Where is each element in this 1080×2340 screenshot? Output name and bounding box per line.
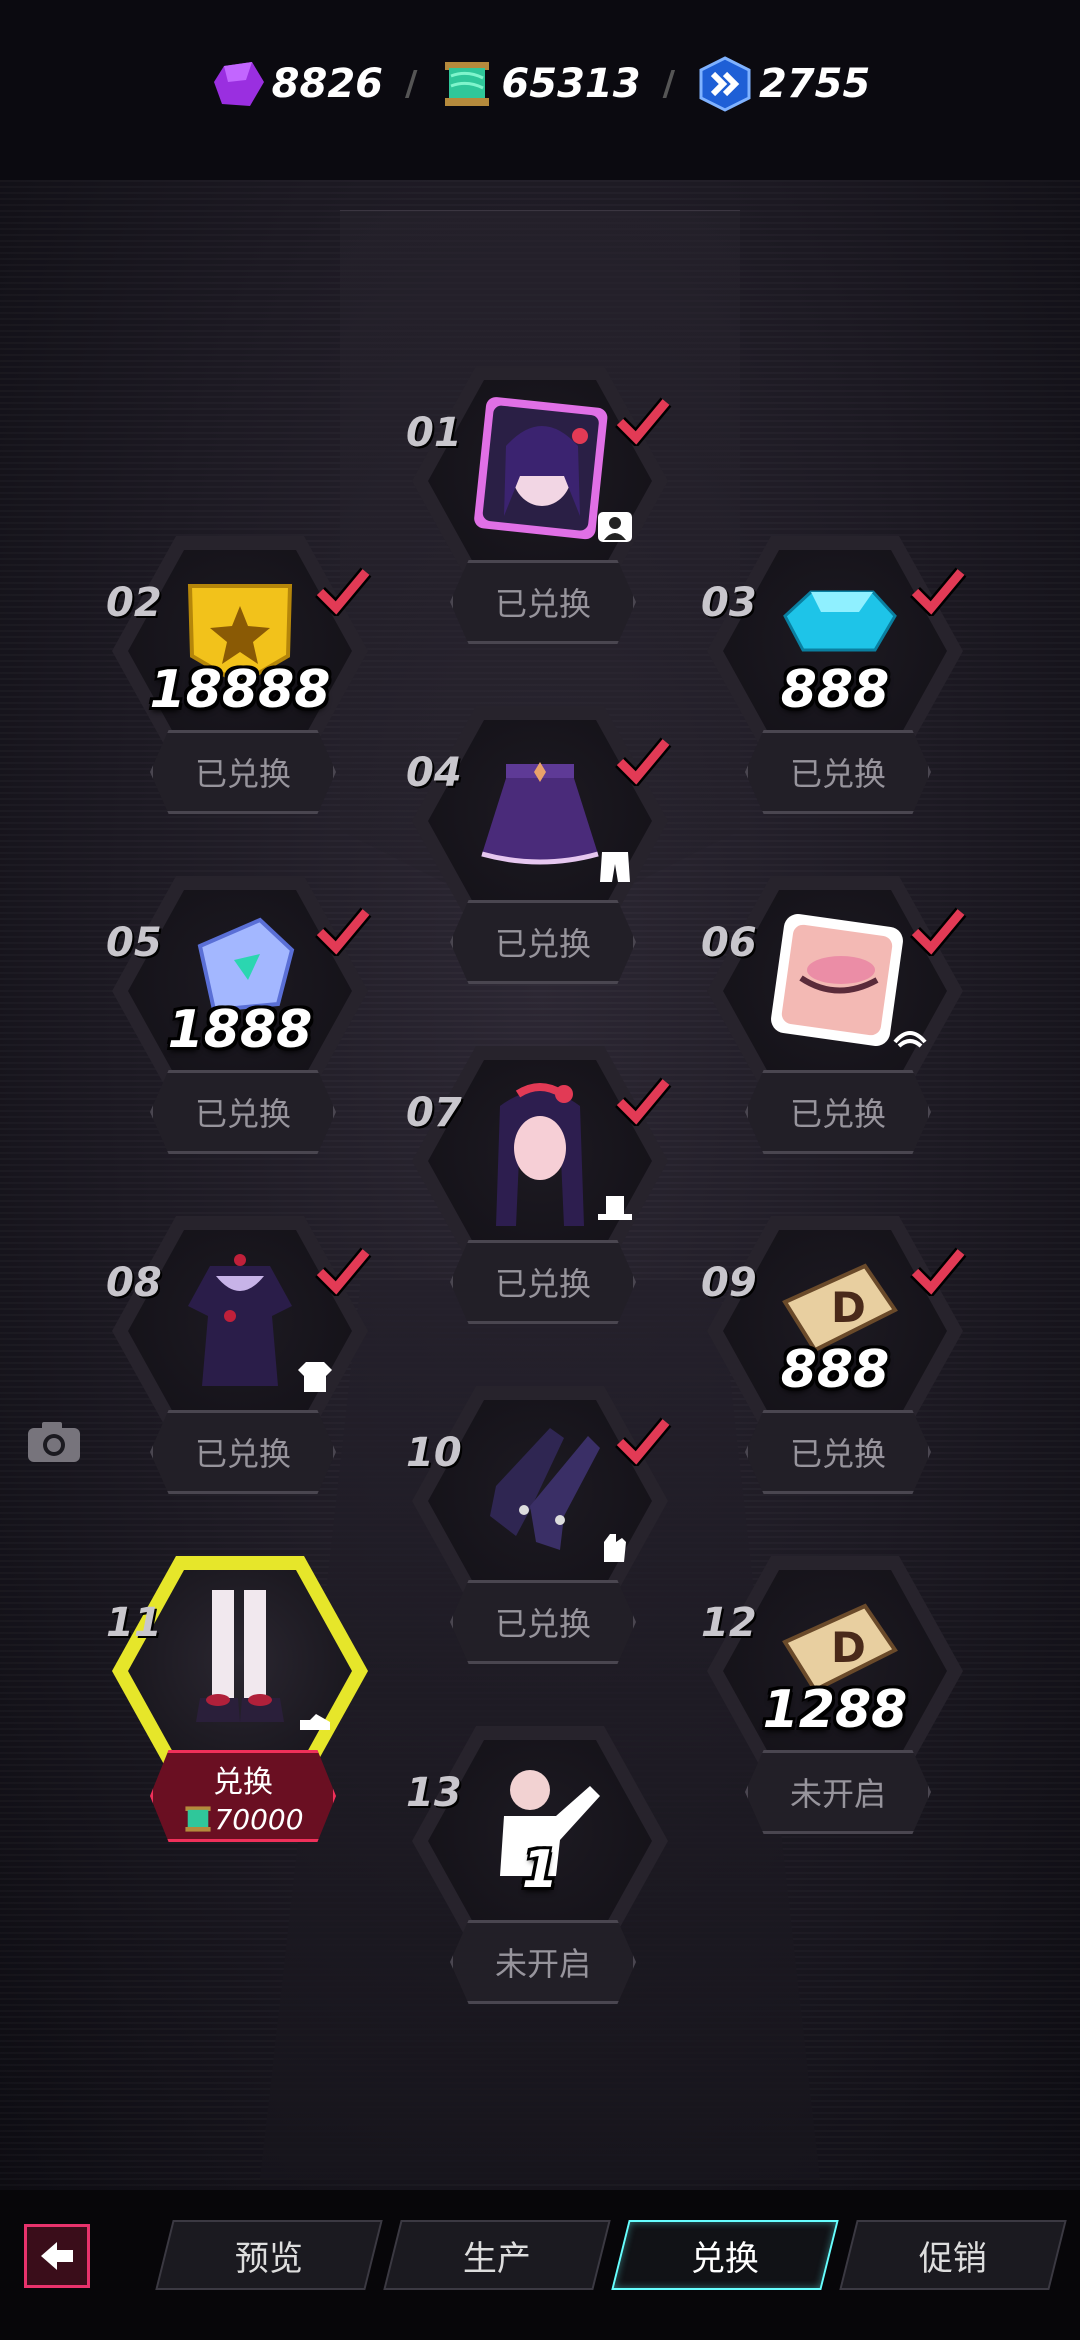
check-icon: [615, 1417, 672, 1466]
green-scroll-icon: [185, 1806, 212, 1832]
reward-slot-01[interactable]: 01 已兑换: [400, 360, 680, 660]
slot-number: 10: [406, 1430, 462, 1476]
redeem-cost: 70000: [182, 1802, 304, 1836]
redeemed-button[interactable]: 已兑换: [150, 1410, 336, 1494]
slot-number: 12: [701, 1600, 757, 1646]
slot-number: 05: [106, 920, 162, 966]
reward-slot-08[interactable]: 08 已兑换: [100, 1210, 380, 1510]
shoe-type-icon: [300, 1714, 330, 1730]
slot-number: 02: [106, 580, 162, 626]
slot-number: 06: [701, 920, 757, 966]
slot-number: 03: [701, 580, 757, 626]
check-icon: [910, 567, 967, 616]
redeemed-button[interactable]: 已兑换: [745, 1070, 931, 1154]
tab-exchange[interactable]: 兑换: [611, 2220, 839, 2290]
green-scroll-icon: [445, 62, 490, 106]
reward-slot-02[interactable]: 18888 02 已兑换: [100, 530, 380, 830]
avatar-type-icon: [598, 512, 632, 542]
reward-amount: 1288: [762, 1680, 908, 1740]
check-icon: [910, 1247, 967, 1296]
crystal-count: 8826: [271, 61, 383, 107]
token-count: 2755: [759, 61, 871, 107]
tab-preview[interactable]: 预览: [155, 2220, 383, 2290]
reward-amount: 888: [780, 1340, 890, 1400]
currency-scroll: 65313: [439, 56, 641, 112]
check-icon: [615, 1077, 672, 1126]
slot-number: 07: [406, 1090, 462, 1136]
check-icon: [615, 397, 672, 446]
reward-slot-06[interactable]: 06 已兑换: [695, 870, 975, 1170]
check-icon: [315, 567, 372, 616]
reward-slot-04[interactable]: 04 已兑换: [400, 700, 680, 1000]
reward-slot-07[interactable]: 07 已兑换: [400, 1040, 680, 1340]
redeem-cost-value: 70000: [214, 1802, 304, 1836]
redeemed-button[interactable]: 已兑换: [150, 730, 336, 814]
arrow-left-icon: [41, 2242, 73, 2270]
back-button[interactable]: [24, 2224, 90, 2288]
redeemed-button[interactable]: 已兑换: [450, 1580, 636, 1664]
reward-slot-09[interactable]: D 888 09 已兑换: [695, 1210, 975, 1510]
blue-chevron-icon: [699, 56, 751, 112]
hat-type-icon: [598, 1196, 632, 1220]
glove-type-icon: [604, 1534, 626, 1562]
tab-promotion[interactable]: 促销: [839, 2220, 1067, 2290]
bottom-nav: 预览 生产 兑换 促销: [0, 2190, 1080, 2340]
locked-button[interactable]: 未开启: [745, 1750, 931, 1834]
check-icon: [315, 1247, 372, 1296]
check-icon: [315, 907, 372, 956]
check-icon: [910, 907, 967, 956]
redeemed-button[interactable]: 已兑换: [450, 900, 636, 984]
redeem-button[interactable]: 兑换 70000: [150, 1750, 336, 1842]
redeemed-button[interactable]: 已兑换: [450, 1240, 636, 1324]
currency-bar: 8826 / 65313 / 2755: [0, 52, 1080, 116]
reward-slot-03[interactable]: 888 03 已兑换: [695, 530, 975, 830]
reward-slot-11[interactable]: 11 兑换 70000: [100, 1550, 380, 1850]
scroll-count: 65313: [501, 61, 641, 107]
reward-amount: 18888: [149, 660, 331, 720]
reward-slot-12[interactable]: D 1288 12 未开启: [695, 1550, 975, 1850]
redeemed-button[interactable]: 已兑换: [745, 730, 931, 814]
reward-amount: 1888: [167, 1000, 313, 1060]
slot-number: 09: [701, 1260, 757, 1306]
slot-number: 04: [406, 750, 462, 796]
shirt-type-icon: [298, 1362, 332, 1392]
svg-text:D: D: [831, 1623, 866, 1672]
tab-production[interactable]: 生产: [383, 2220, 611, 2290]
reward-slot-05[interactable]: 1888 05 已兑换: [100, 870, 380, 1170]
reward-slot-13[interactable]: 1 13 未开启: [400, 1720, 680, 2020]
check-icon: [615, 737, 672, 786]
pants-type-icon: [600, 852, 630, 882]
redeemed-button[interactable]: 已兑换: [450, 560, 636, 644]
reward-slot-10[interactable]: 10 已兑换: [400, 1380, 680, 1680]
slot-number: 01: [406, 410, 462, 456]
svg-text:D: D: [831, 1283, 866, 1332]
locked-button[interactable]: 未开启: [450, 1920, 636, 2004]
slot-number: 08: [106, 1260, 162, 1306]
slot-number: 11: [106, 1600, 162, 1646]
redeem-label: 兑换: [213, 1764, 273, 1800]
camera-icon[interactable]: [26, 1418, 82, 1464]
reward-amount: 888: [780, 660, 890, 720]
eye-type-icon: [893, 1031, 927, 1048]
redeemed-button[interactable]: 已兑换: [150, 1070, 336, 1154]
slot-number: 13: [406, 1770, 462, 1816]
purple-crystal-icon: [213, 62, 264, 106]
redeemed-button[interactable]: 已兑换: [745, 1410, 931, 1494]
currency-token: 2755: [697, 56, 870, 112]
currency-crystal: 8826: [210, 56, 383, 112]
reward-amount: 1: [521, 1840, 559, 1900]
